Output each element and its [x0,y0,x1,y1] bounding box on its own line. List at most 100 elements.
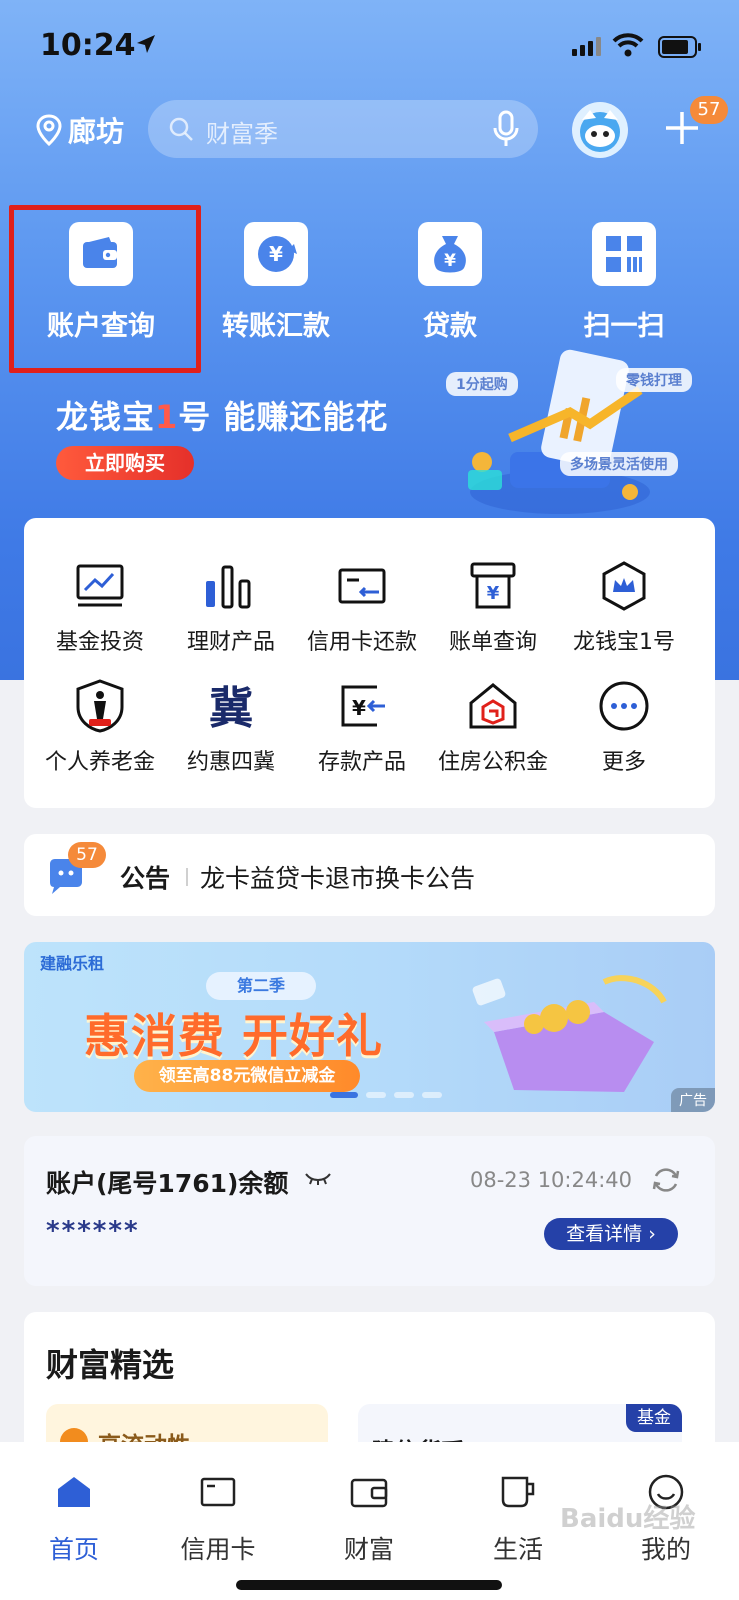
service-fund-invest[interactable]: 基金投资 [31,558,169,656]
announcement-text: 龙卡益贷卡退市换卡公告 [200,864,476,893]
service-longqianbao[interactable]: 龙钱宝1号 [555,558,693,656]
wallet-tab-icon [309,1472,429,1512]
scan-icon [592,222,656,286]
carousel-dot[interactable] [422,1092,442,1098]
pension-shield-icon [72,678,128,734]
tab-credit-card[interactable]: 信用卡 [158,1472,278,1566]
service-label: 基金投资 [55,630,144,655]
card-icon [158,1472,278,1512]
home-icon [14,1472,134,1512]
mascot-icon [580,110,620,152]
promo-tag: 1分起购 [446,372,518,396]
divider [186,868,188,886]
transfer-yuan-icon: ¥ [244,222,308,286]
service-label: 个人养老金 [44,750,155,775]
service-label: 信用卡还款 [306,630,417,655]
service-grid: 基金投资 理财产品 信用卡还款 ¥ 账单查询 龙钱宝1号 个人养老金 冀 约惠四… [24,518,715,808]
carousel-dot[interactable] [330,1092,358,1098]
bar-chart-icon [203,558,259,614]
tab-label: 生活 [492,1535,543,1564]
view-details-label: 查看详情 [566,1223,643,1245]
more-dots-icon [596,678,652,734]
svg-text:¥: ¥ [352,696,366,720]
deposit-icon: ¥ [334,678,390,734]
service-credit-repay[interactable]: 信用卡还款 [293,558,431,656]
announcement-label: 公告 [120,864,171,893]
banner-headline: 惠消费 开好礼 [84,1009,384,1063]
gift-box-illustration [472,975,667,1092]
svg-text:¥: ¥ [487,583,500,604]
tab-label: 信用卡 [180,1535,256,1564]
carousel-dot[interactable] [366,1092,386,1098]
tab-home[interactable]: 首页 [14,1472,134,1566]
highlight-annotation [9,205,201,373]
search-input[interactable]: 财富季 [148,100,538,158]
top-header: 廊坊 财富季 57 [0,96,739,160]
eye-closed-icon[interactable] [304,1170,332,1186]
buy-now-button[interactable]: 立即购买 [56,446,194,480]
bill-icon: ¥ [465,558,521,614]
service-more[interactable]: 更多 [555,678,693,776]
mascot-avatar[interactable] [572,102,628,158]
microphone-icon[interactable] [492,110,520,148]
house-icon [465,678,521,734]
ad-banner[interactable]: 建融乐租 第二季 惠消费 开好礼 领至高88元微信立减金 广告 [24,942,715,1112]
announcement-badge: 57 [68,842,106,868]
banner-subtitle: 领至高88元微信立减金 [134,1060,360,1092]
city-selector[interactable]: 廊坊 [36,110,124,150]
banner-brand: 建融乐租 [40,954,105,973]
tab-wealth[interactable]: 财富 [309,1472,429,1566]
account-balance-card: 账户(尾号1761)余额 08-23 10:24:40 ****** 查看详情 … [24,1136,715,1286]
balance-title: 账户(尾号1761)余额 [46,1169,289,1198]
wealth-title: 财富精选 [46,1346,175,1384]
announcement-bar[interactable]: 57 公告 龙卡益贷卡退市换卡公告 [24,834,715,916]
tab-label: 首页 [48,1535,99,1564]
carousel-indicator [330,1092,442,1098]
service-pension[interactable]: 个人养老金 [31,678,169,776]
status-time: 10:24 [40,28,136,63]
quick-action-scan[interactable]: 扫一扫 [544,222,704,343]
service-label: 理财产品 [186,630,275,655]
ji-character-icon: 冀 [203,678,259,734]
tab-label: 我的 [640,1535,691,1564]
svg-text:¥: ¥ [269,242,283,266]
service-housing-fund[interactable]: 住房公积金 [424,678,562,776]
wifi-icon [612,33,644,57]
service-label: 更多 [601,750,646,775]
credit-card-icon [334,558,390,614]
search-placeholder: 财富季 [206,120,278,148]
promo-title-prefix: 龙钱宝 [56,398,156,436]
service-label: 约惠四冀 [186,750,275,775]
promo-title-accent: 1 [155,398,179,436]
promo-title: 龙钱宝1号 能赚还能花 [56,392,388,438]
watermark: Baidu经验 [560,1504,696,1534]
svg-text:¥: ¥ [444,251,456,271]
balance-timestamp: 08-23 10:24:40 [470,1168,633,1192]
quick-action-label: 贷款 [423,311,477,342]
ad-label: 广告 [671,1088,715,1112]
fund-chart-icon [72,558,128,614]
balance-value: ****** [46,1216,140,1246]
service-label: 住房公积金 [437,750,548,775]
crown-hexagon-icon [596,558,652,614]
service-bill-query[interactable]: ¥ 账单查询 [424,558,562,656]
svg-text:冀: 冀 [209,683,253,733]
notification-badge: 57 [690,96,728,124]
promo-title-suffix: 号 能赚还能花 [178,398,389,436]
promo-tag: 零钱打理 [616,368,692,392]
quick-action-loan[interactable]: ¥ 贷款 [370,222,530,343]
view-details-button[interactable]: 查看详情 › [544,1218,678,1250]
carousel-dot[interactable] [394,1092,414,1098]
service-yuehui-siji[interactable]: 冀 约惠四冀 [162,678,300,776]
promo-tag: 多场景灵活使用 [560,452,678,476]
service-wealth-products[interactable]: 理财产品 [162,558,300,656]
money-bag-icon: ¥ [418,222,482,286]
refresh-icon[interactable] [650,1164,682,1196]
quick-action-transfer[interactable]: ¥ 转账汇款 [196,222,356,343]
quick-action-label: 扫一扫 [583,311,665,342]
service-label: 账单查询 [448,630,537,655]
service-deposit[interactable]: ¥ 存款产品 [293,678,431,776]
search-icon [169,117,193,141]
tab-label: 财富 [343,1535,394,1564]
cellular-signal-icon [572,37,601,56]
